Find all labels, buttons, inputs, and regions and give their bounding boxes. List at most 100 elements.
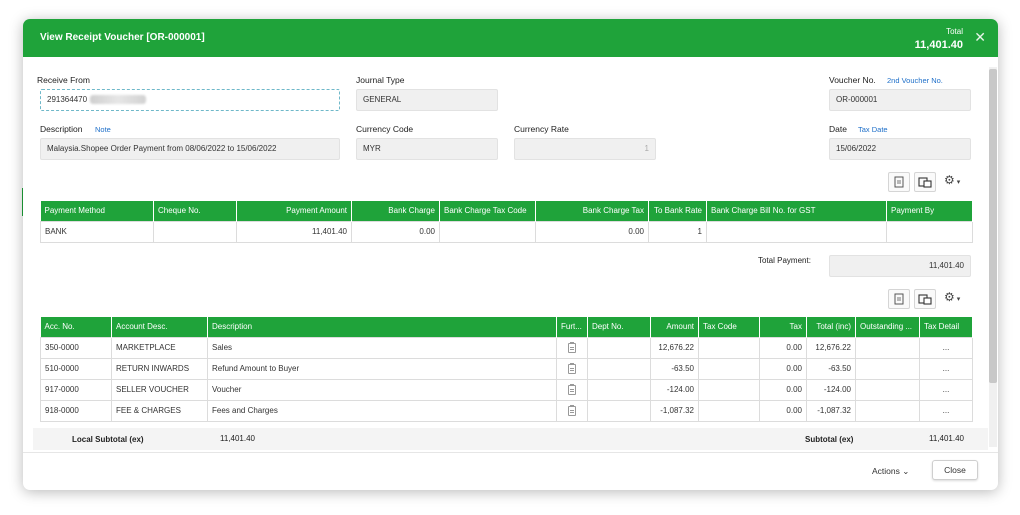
payment-method-cell[interactable]: BANK xyxy=(40,220,154,243)
tax-detail-cell[interactable]: ... xyxy=(919,357,973,380)
gear-icon[interactable]: ⚙ ▾ xyxy=(944,290,960,304)
col-dept-no[interactable]: Dept No. xyxy=(587,317,651,337)
tax-code-cell[interactable] xyxy=(698,336,760,359)
outstanding-cell[interactable] xyxy=(855,399,920,422)
dept-no-cell[interactable] xyxy=(587,399,651,422)
col-to-bank-rate[interactable]: To Bank Rate xyxy=(648,201,707,221)
tax-date-link[interactable]: Tax Date xyxy=(858,125,888,134)
table-row[interactable]: 917-0000 SELLER VOUCHER Voucher -124.00 … xyxy=(40,378,973,401)
tax-cell[interactable]: 0.00 xyxy=(759,357,807,380)
total-inc-cell[interactable]: -63.50 xyxy=(806,357,856,380)
amount-cell[interactable]: -63.50 xyxy=(650,357,699,380)
further-desc-cell[interactable] xyxy=(556,399,588,422)
payment-amount-cell[interactable]: 11,401.40 xyxy=(236,220,352,243)
col-acc-no[interactable]: Acc. No. xyxy=(40,317,112,337)
tax-detail-cell[interactable]: ... xyxy=(919,378,973,401)
bank-charge-cell[interactable]: 0.00 xyxy=(351,220,440,243)
description-cell[interactable]: Refund Amount to Buyer xyxy=(207,357,557,380)
clipboard-icon[interactable] xyxy=(568,341,576,353)
dept-no-cell[interactable] xyxy=(587,378,651,401)
col-tax-detail[interactable]: Tax Detail xyxy=(919,317,973,337)
table-row[interactable]: BANK 11,401.40 0.00 0.00 1 xyxy=(40,220,973,243)
second-voucher-no-link[interactable]: 2nd Voucher No. xyxy=(887,76,943,85)
bank-charge-bill-cell[interactable] xyxy=(706,220,887,243)
tax-cell[interactable]: 0.00 xyxy=(759,378,807,401)
currency-code-field[interactable]: MYR xyxy=(356,138,498,160)
table-row[interactable]: 510-0000 RETURN INWARDS Refund Amount to… xyxy=(40,357,973,380)
col-amount[interactable]: Amount xyxy=(650,317,699,337)
col-description[interactable]: Description xyxy=(207,317,557,337)
tax-detail-cell[interactable]: ... xyxy=(919,336,973,359)
further-desc-cell[interactable] xyxy=(556,378,588,401)
description-cell[interactable]: Sales xyxy=(207,336,557,359)
further-desc-cell[interactable] xyxy=(556,336,588,359)
further-desc-cell[interactable] xyxy=(556,357,588,380)
close-button[interactable]: Close xyxy=(932,460,978,480)
bank-charge-tax-cell[interactable]: 0.00 xyxy=(535,220,649,243)
outstanding-cell[interactable] xyxy=(855,378,920,401)
description-cell[interactable]: Voucher xyxy=(207,378,557,401)
account-desc-cell[interactable]: SELLER VOUCHER xyxy=(111,378,208,401)
actions-dropdown[interactable]: Actions ⌄ xyxy=(872,466,909,477)
tax-code-cell[interactable] xyxy=(698,399,760,422)
export-icon[interactable] xyxy=(888,289,910,309)
account-desc-cell[interactable]: FEE & CHARGES xyxy=(111,399,208,422)
col-further-desc[interactable]: Furt... xyxy=(556,317,588,337)
clipboard-icon[interactable] xyxy=(568,383,576,395)
to-bank-rate-cell[interactable]: 1 xyxy=(648,220,707,243)
col-cheque-no[interactable]: Cheque No. xyxy=(153,201,237,221)
acc-no-cell[interactable]: 918-0000 xyxy=(40,399,112,422)
col-payment-amount[interactable]: Payment Amount xyxy=(236,201,352,221)
journal-type-field[interactable]: GENERAL xyxy=(356,89,498,111)
col-tax[interactable]: Tax xyxy=(759,317,807,337)
col-bank-charge-tax[interactable]: Bank Charge Tax xyxy=(535,201,649,221)
payment-by-cell[interactable] xyxy=(886,220,973,243)
amount-cell[interactable]: -124.00 xyxy=(650,378,699,401)
close-icon[interactable]: ✕ xyxy=(974,29,986,46)
receive-from-field[interactable]: 291364470 xyxy=(40,89,340,111)
clipboard-icon[interactable] xyxy=(568,362,576,374)
total-inc-cell[interactable]: 12,676.22 xyxy=(806,336,856,359)
col-payment-by[interactable]: Payment By xyxy=(886,201,973,221)
voucher-no-field[interactable]: OR-000001 xyxy=(829,89,971,111)
col-payment-method[interactable]: Payment Method xyxy=(40,201,154,221)
note-link[interactable]: Note xyxy=(95,125,111,134)
col-bank-charge-bill-no[interactable]: Bank Charge Bill No. for GST xyxy=(706,201,887,221)
col-account-desc[interactable]: Account Desc. xyxy=(111,317,208,337)
account-desc-cell[interactable]: MARKETPLACE xyxy=(111,336,208,359)
export-icon[interactable] xyxy=(888,172,910,192)
acc-no-cell[interactable]: 917-0000 xyxy=(40,378,112,401)
col-bank-charge-tax-code[interactable]: Bank Charge Tax Code xyxy=(439,201,536,221)
total-inc-cell[interactable]: -124.00 xyxy=(806,378,856,401)
tax-cell[interactable]: 0.00 xyxy=(759,336,807,359)
tax-cell[interactable]: 0.00 xyxy=(759,399,807,422)
dept-no-cell[interactable] xyxy=(587,357,651,380)
acc-no-cell[interactable]: 350-0000 xyxy=(40,336,112,359)
date-field[interactable]: 15/06/2022 xyxy=(829,138,971,160)
tax-detail-cell[interactable]: ... xyxy=(919,399,973,422)
cheque-no-cell[interactable] xyxy=(153,220,237,243)
dept-no-cell[interactable] xyxy=(587,336,651,359)
currency-rate-field[interactable]: 1 xyxy=(514,138,656,160)
tax-code-cell[interactable] xyxy=(698,378,760,401)
columns-icon[interactable] xyxy=(914,289,936,309)
tax-code-cell[interactable] xyxy=(698,357,760,380)
description-field[interactable]: Malaysia.Shopee Order Payment from 08/06… xyxy=(40,138,340,160)
columns-icon[interactable] xyxy=(914,172,936,192)
scrollbar-thumb[interactable] xyxy=(989,69,997,383)
total-inc-cell[interactable]: -1,087.32 xyxy=(806,399,856,422)
acc-no-cell[interactable]: 510-0000 xyxy=(40,357,112,380)
amount-cell[interactable]: -1,087.32 xyxy=(650,399,699,422)
account-desc-cell[interactable]: RETURN INWARDS xyxy=(111,357,208,380)
gear-icon[interactable]: ⚙ ▾ xyxy=(944,173,960,187)
col-tax-code[interactable]: Tax Code xyxy=(698,317,760,337)
table-row[interactable]: 918-0000 FEE & CHARGES Fees and Charges … xyxy=(40,399,973,422)
clipboard-icon[interactable] xyxy=(568,404,576,416)
col-outstanding[interactable]: Outstanding ... xyxy=(855,317,920,337)
description-cell[interactable]: Fees and Charges xyxy=(207,399,557,422)
col-bank-charge[interactable]: Bank Charge xyxy=(351,201,440,221)
outstanding-cell[interactable] xyxy=(855,357,920,380)
col-total-inc[interactable]: Total (inc) xyxy=(806,317,856,337)
outstanding-cell[interactable] xyxy=(855,336,920,359)
amount-cell[interactable]: 12,676.22 xyxy=(650,336,699,359)
